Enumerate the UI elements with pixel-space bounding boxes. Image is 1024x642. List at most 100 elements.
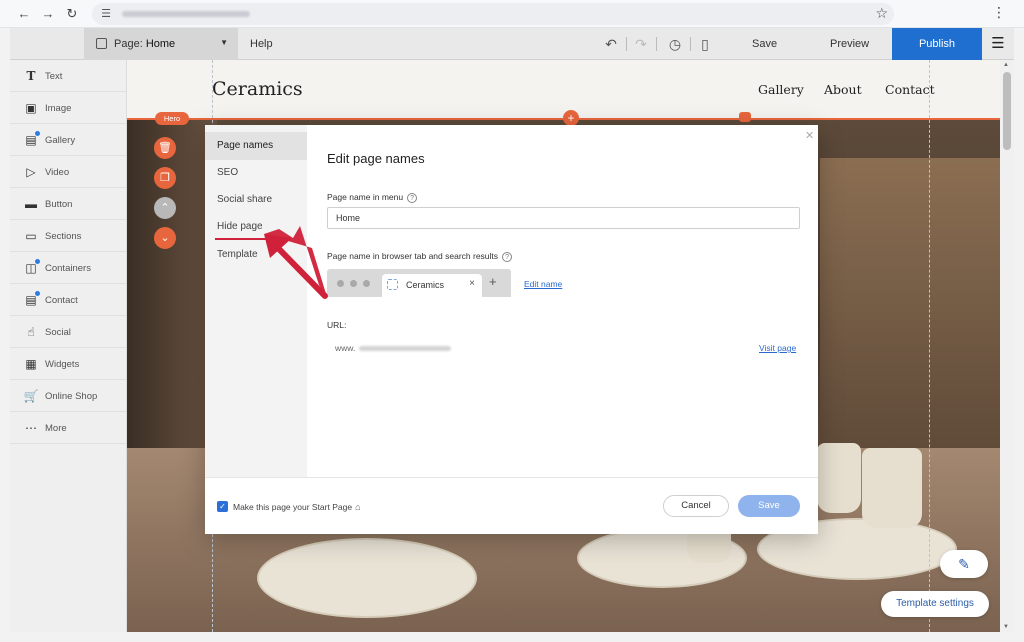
divider bbox=[626, 37, 627, 51]
sidebar-item-video[interactable]: ▷ Video bbox=[10, 156, 127, 188]
page-selector[interactable]: Page: Home ▼ bbox=[84, 28, 238, 60]
editor-topbar: Page: Home ▼ Help ↶ ↷ ◷ ▯ Save Preview P… bbox=[10, 28, 1014, 60]
social-icon: ☝ bbox=[27, 325, 35, 339]
annotation-underline bbox=[215, 238, 271, 240]
move-up-icon[interactable]: ⌃ bbox=[154, 197, 176, 219]
site-logo[interactable]: Ceramics bbox=[212, 78, 303, 100]
sidebar-item-image[interactable]: ▣ Image bbox=[10, 92, 127, 124]
site-nav-about[interactable]: About bbox=[824, 82, 862, 97]
publish-button[interactable]: Publish bbox=[892, 28, 982, 60]
sidebar-item-online-shop[interactable]: 🛒 Online Shop bbox=[10, 380, 127, 412]
start-page-checkbox[interactable]: ✓ bbox=[217, 501, 228, 512]
dialog-nav: Page names SEO Social share Hide page Te… bbox=[205, 125, 307, 477]
image-icon: ▣ bbox=[25, 101, 37, 115]
layout-guide bbox=[929, 60, 930, 632]
sidebar-item-social[interactable]: ☝ Social bbox=[10, 316, 127, 348]
sidebar-item-sections[interactable]: ▭ Sections bbox=[10, 220, 127, 252]
dialog-tab-seo[interactable]: SEO bbox=[205, 159, 307, 187]
sidebar-item-more[interactable]: ⋯ More bbox=[10, 412, 127, 444]
sidebar-item-containers[interactable]: ◫ Containers bbox=[10, 252, 127, 284]
template-settings-button[interactable]: Template settings bbox=[881, 591, 989, 617]
mobile-view-icon[interactable]: ▯ bbox=[696, 35, 714, 53]
divider bbox=[690, 37, 691, 51]
dialog-tab-social-share[interactable]: Social share bbox=[205, 186, 307, 214]
help-icon[interactable]: ? bbox=[407, 192, 418, 203]
save-button[interactable]: Save bbox=[752, 38, 777, 50]
hero-image-board bbox=[820, 158, 1000, 458]
page-icon bbox=[96, 38, 107, 49]
kebab-icon[interactable]: ⋮ bbox=[992, 4, 1006, 21]
tab-close-icon: × bbox=[469, 278, 475, 289]
dialog-tab-hide-page[interactable]: Hide page bbox=[205, 213, 307, 241]
reload-icon[interactable]: ↻ bbox=[62, 4, 82, 24]
section-handle[interactable] bbox=[739, 112, 751, 122]
back-icon[interactable]: ← bbox=[14, 4, 34, 24]
page-selector-label: Page: bbox=[114, 38, 143, 50]
scroll-down-icon[interactable]: ▼ bbox=[1003, 624, 1009, 630]
site-settings-icon[interactable]: ☰ bbox=[98, 6, 114, 22]
new-badge-dot bbox=[35, 131, 40, 136]
sidebar-item-widgets[interactable]: ▦ Widgets bbox=[10, 348, 127, 380]
undo-icon[interactable]: ↶ bbox=[602, 35, 620, 53]
site-header[interactable]: Ceramics Gallery About Contact bbox=[127, 60, 1000, 118]
edit-name-link[interactable]: Edit name bbox=[524, 279, 562, 289]
window-dot bbox=[350, 280, 357, 287]
browser-tab: Ceramics × bbox=[382, 274, 482, 297]
site-nav-contact[interactable]: Contact bbox=[885, 82, 935, 97]
site-nav-gallery[interactable]: Gallery bbox=[758, 82, 804, 97]
dialog-tab-page-names[interactable]: Page names bbox=[205, 132, 307, 160]
video-icon: ▷ bbox=[26, 165, 36, 179]
new-tab-icon: + bbox=[489, 274, 497, 289]
dialog-title: Edit page names bbox=[327, 151, 425, 166]
move-down-icon[interactable]: ⌄ bbox=[154, 227, 176, 249]
add-section-button[interactable]: + bbox=[563, 110, 579, 126]
redo-icon[interactable]: ↷ bbox=[632, 35, 650, 53]
url-value-blurred bbox=[359, 346, 451, 351]
new-badge-dot bbox=[35, 291, 40, 296]
address-bar[interactable]: ☰ ☆ bbox=[92, 3, 894, 25]
sidebar-item-button[interactable]: ▬ Button bbox=[10, 188, 127, 220]
visit-page-link[interactable]: Visit page bbox=[759, 343, 796, 353]
dialog-save-button[interactable]: Save bbox=[738, 495, 800, 517]
design-panel-icon[interactable]: ✎ bbox=[940, 550, 988, 578]
page-selector-value: Home bbox=[145, 38, 176, 50]
elements-sidebar: T Text ▣ Image ▤ Gallery ▷ Video ▬ Button ▭ Se… bbox=[10, 60, 127, 632]
close-icon[interactable]: ✕ bbox=[805, 129, 814, 142]
scroll-up-icon[interactable]: ▲ bbox=[1003, 62, 1009, 68]
scrollbar-thumb[interactable] bbox=[1003, 72, 1011, 150]
sidebar-item-text[interactable]: T Text bbox=[10, 60, 127, 92]
sidebar-item-contact[interactable]: ▤ Contact bbox=[10, 284, 127, 316]
cancel-button[interactable]: Cancel bbox=[663, 495, 729, 517]
button-icon: ▬ bbox=[25, 197, 37, 211]
new-badge-dot bbox=[35, 259, 40, 264]
history-icon[interactable]: ◷ bbox=[666, 35, 684, 53]
canvas-scrollbar[interactable]: ▲ ▼ bbox=[1000, 60, 1014, 632]
help-menu[interactable]: Help bbox=[250, 38, 273, 50]
dialog-footer: ✓ Make this page your Start Page ⌂ Cancel… bbox=[205, 477, 818, 534]
sidebar-item-gallery[interactable]: ▤ Gallery bbox=[10, 124, 127, 156]
url-text bbox=[122, 11, 250, 17]
chevron-down-icon: ▼ bbox=[220, 38, 228, 47]
delete-section-icon[interactable]: 🗑 bbox=[154, 137, 176, 159]
window-dot bbox=[337, 280, 344, 287]
url-value: www. bbox=[335, 343, 356, 353]
divider bbox=[656, 37, 657, 51]
hero-image-plate bbox=[257, 538, 477, 618]
dialog-tab-template[interactable]: Template bbox=[205, 241, 307, 269]
menu-name-label: Page name in menu bbox=[327, 192, 404, 202]
hero-image-cup bbox=[817, 443, 861, 513]
browser-tab-preview: Ceramics × + bbox=[327, 269, 511, 297]
home-icon: ⌂ bbox=[355, 502, 361, 512]
menu-name-input[interactable] bbox=[327, 207, 800, 229]
hero-image-cup bbox=[862, 448, 922, 528]
hamburger-menu-icon[interactable]: ☰ bbox=[988, 34, 1008, 54]
tab-title: Ceramics bbox=[406, 280, 445, 290]
favicon-icon bbox=[387, 279, 398, 290]
help-icon[interactable]: ? bbox=[502, 251, 513, 262]
preview-button[interactable]: Preview bbox=[830, 38, 869, 50]
text-icon: T bbox=[26, 69, 36, 83]
duplicate-section-icon[interactable]: ❐ bbox=[154, 167, 176, 189]
section-tag-hero[interactable]: Hero bbox=[155, 112, 189, 125]
bookmark-star-icon[interactable]: ☆ bbox=[875, 5, 888, 22]
forward-icon[interactable]: → bbox=[38, 4, 58, 24]
